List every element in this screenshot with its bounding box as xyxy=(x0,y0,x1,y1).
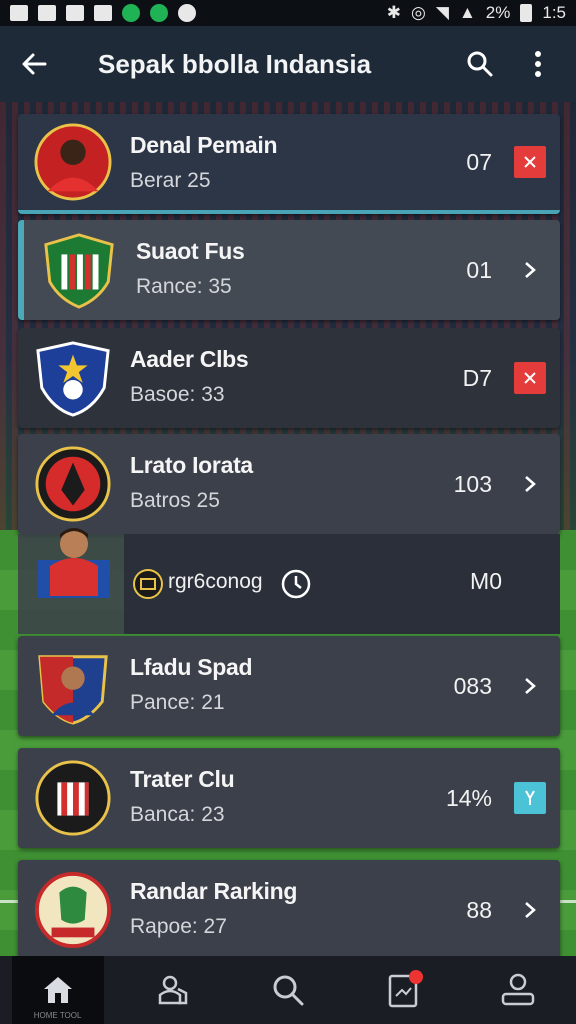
alarm-icon: ◎ xyxy=(411,3,426,22)
nav-team[interactable] xyxy=(127,956,219,1024)
item-value: 88 xyxy=(466,896,492,923)
remove-button[interactable] xyxy=(514,362,546,394)
timer-icon xyxy=(281,569,311,599)
home-icon xyxy=(43,977,72,1003)
open-button[interactable] xyxy=(514,894,546,926)
item-subtitle: Basoe: 33 xyxy=(130,383,225,406)
pin-button[interactable] xyxy=(514,782,546,814)
item-title: Aader Clbs xyxy=(130,346,249,372)
item-title: Denal Pemain xyxy=(130,132,278,158)
club-crest xyxy=(44,233,114,309)
bluetooth-icon: ✱ xyxy=(386,3,402,22)
item-subtitle: Rapoe: 27 xyxy=(130,915,227,938)
item-subtitle: Banca: 23 xyxy=(130,803,225,826)
club-crest xyxy=(35,760,111,836)
more-vert-icon xyxy=(535,51,541,77)
item-value: 103 xyxy=(453,470,492,497)
bottom-nav: HOME TOOL xyxy=(0,956,576,1024)
item-value: 14% xyxy=(445,784,492,811)
club-crest xyxy=(34,871,112,949)
nav-search[interactable] xyxy=(242,956,334,1024)
app-icon xyxy=(150,4,168,22)
chevron-right-icon xyxy=(525,262,536,278)
open-button[interactable] xyxy=(514,254,546,286)
item-subtitle: Rance: 35 xyxy=(136,275,232,298)
chevron-right-icon xyxy=(525,476,536,492)
item-subtitle: Berar 25 xyxy=(130,169,211,192)
player-avatar xyxy=(34,123,112,201)
list-item[interactable]: Randar Rarking Rapoe: 27 88 xyxy=(18,860,560,960)
item-title: Suaot Fus xyxy=(136,238,245,264)
ticket-icon xyxy=(133,569,163,599)
nav-news[interactable] xyxy=(357,956,449,1024)
club-crest xyxy=(36,341,110,417)
battery-icon xyxy=(520,4,533,22)
item-title: Trater Clu xyxy=(130,766,235,792)
notification-badge xyxy=(409,970,424,984)
close-icon xyxy=(524,156,536,168)
book-icon xyxy=(94,5,112,21)
list-item[interactable]: Suaot Fus Rance: 35 01 xyxy=(18,220,560,320)
player-avatar xyxy=(38,528,110,598)
close-icon xyxy=(524,372,536,384)
clock: 1:5 xyxy=(542,3,566,22)
item-value: 083 xyxy=(453,672,492,699)
page-title: Sepak bbolla Indansia xyxy=(98,48,372,79)
item-title: Lrato Iorata xyxy=(130,452,253,478)
item-value: 01 xyxy=(466,256,492,283)
promo-value: M0 xyxy=(470,568,502,594)
club-crest xyxy=(38,655,108,725)
signal-icon: ▲ xyxy=(458,3,476,22)
promo-thumbnail xyxy=(18,528,124,634)
club-crest xyxy=(35,446,111,522)
app-icon xyxy=(122,4,140,22)
notification-icon xyxy=(38,5,56,21)
search-button[interactable] xyxy=(460,44,500,84)
promo-text: rgr6conog xyxy=(168,570,263,593)
item-value: D7 xyxy=(462,364,492,391)
item-value: 07 xyxy=(466,148,492,175)
back-button[interactable] xyxy=(14,44,54,84)
image-icon xyxy=(66,5,84,21)
nav-profile[interactable] xyxy=(472,956,564,1024)
item-subtitle: Batros 25 xyxy=(130,489,220,512)
list-item[interactable]: Aader Clbs Basoe: 33 D7 xyxy=(18,328,560,428)
nav-home-label: HOME TOOL xyxy=(33,1011,82,1020)
item-subtitle: Pance: 21 xyxy=(130,691,225,714)
pin-icon xyxy=(525,790,535,805)
list-item[interactable]: Lrato Iorata Batros 25 103 xyxy=(18,434,560,534)
more-button[interactable] xyxy=(518,44,558,84)
search-icon xyxy=(273,975,304,1006)
nav-home[interactable]: HOME TOOL xyxy=(11,956,104,1024)
notification-icon xyxy=(10,5,28,21)
open-button[interactable] xyxy=(514,670,546,702)
profile-icon xyxy=(502,973,535,1006)
chevron-right-icon xyxy=(525,678,536,694)
remove-button[interactable] xyxy=(514,146,546,178)
open-button[interactable] xyxy=(514,468,546,500)
status-bar: ✱ ◎ ◥ ▲ 2% 1:5 xyxy=(0,0,576,26)
promo-row[interactable]: rgr6conog M0 xyxy=(18,528,560,634)
app-bar: Sepak bbolla Indansia xyxy=(0,26,576,102)
list-item[interactable]: Lfadu Spad Pance: 21 083 xyxy=(18,636,560,736)
search-icon xyxy=(467,51,493,77)
team-icon xyxy=(158,975,188,1005)
battery-percent: 2% xyxy=(485,3,511,22)
app-icon xyxy=(178,4,196,22)
back-arrow-icon xyxy=(22,53,47,75)
item-title: Lfadu Spad xyxy=(130,654,253,680)
wifi-icon: ◥ xyxy=(435,3,449,22)
list-item[interactable]: Trater Clu Banca: 23 14% xyxy=(18,748,560,848)
list-item[interactable]: Denal Pemain Berar 25 07 xyxy=(18,114,560,214)
chevron-right-icon xyxy=(525,902,536,918)
item-title: Randar Rarking xyxy=(130,878,298,904)
